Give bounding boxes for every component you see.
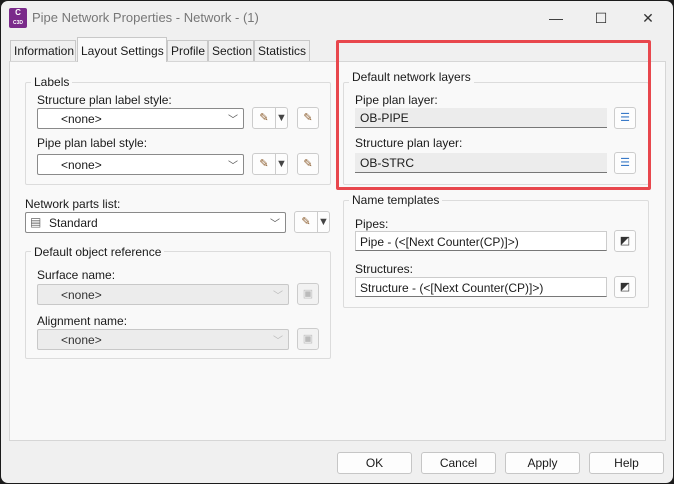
- structure-label-style-value: <none>: [61, 112, 102, 126]
- structures-template-edit-button[interactable]: ◩: [614, 276, 636, 298]
- brush-edit-icon: ✎: [259, 158, 269, 170]
- tab-section[interactable]: Section: [208, 40, 254, 61]
- pick-object-icon: ▣: [302, 288, 314, 300]
- caret-down-icon: ▼: [275, 154, 287, 174]
- window-title: Pipe Network Properties - Network - (1): [32, 10, 259, 25]
- pipes-template-label: Pipes:: [355, 217, 389, 231]
- chevron-down-icon: ﹀: [273, 291, 283, 302]
- name-template-icon: ◩: [619, 281, 631, 293]
- surface-pick-button[interactable]: ▣: [297, 283, 319, 305]
- tab-statistics[interactable]: Statistics: [254, 40, 310, 61]
- parts-list-icon: ▤: [30, 215, 42, 229]
- caret-down-icon: ▼: [275, 108, 287, 128]
- pipe-label-style-value: <none>: [61, 158, 102, 172]
- app-icon: C C3D: [9, 8, 27, 28]
- brush-magnify-icon: ✎: [303, 112, 313, 124]
- tab-information[interactable]: Information: [10, 40, 76, 61]
- tab-profile[interactable]: Profile: [167, 40, 208, 61]
- dialog-window: C C3D Pipe Network Properties - Network -…: [1, 1, 673, 483]
- pick-object-icon: ▣: [302, 333, 314, 345]
- cancel-button[interactable]: Cancel: [421, 452, 496, 474]
- labels-group-title: Labels: [31, 75, 73, 89]
- pipe-style-edit-split-button[interactable]: ✎ ▼: [252, 153, 288, 175]
- alignment-pick-button[interactable]: ▣: [297, 328, 319, 350]
- chevron-down-icon: ﹀: [270, 219, 280, 230]
- ok-button[interactable]: OK: [337, 452, 412, 474]
- parts-list-label: Network parts list:: [25, 197, 121, 211]
- parts-list-edit-split-button[interactable]: ✎ ▼: [294, 211, 330, 233]
- name-templates-title: Name templates: [349, 193, 443, 207]
- structure-style-browse-button[interactable]: ✎: [297, 107, 319, 129]
- chevron-down-icon: ﹀: [228, 161, 238, 172]
- pipes-template-input[interactable]: Pipe - (<[Next Counter(CP)]>): [355, 231, 607, 251]
- alignment-name-label: Alignment name:: [37, 314, 128, 328]
- minimize-button[interactable]: —: [541, 5, 571, 31]
- name-template-icon: ◩: [619, 235, 631, 247]
- brush-edit-icon: ✎: [259, 112, 269, 124]
- alignment-name-select[interactable]: <none> ﹀: [37, 329, 289, 350]
- highlight-box: [336, 40, 651, 190]
- apply-button[interactable]: Apply: [505, 452, 580, 474]
- surface-name-label: Surface name:: [37, 268, 116, 282]
- surface-name-value: <none>: [61, 288, 102, 302]
- parts-list-value: Standard: [49, 216, 98, 230]
- pipes-template-edit-button[interactable]: ◩: [614, 230, 636, 252]
- app-badge-sub: C3D: [12, 20, 23, 26]
- chevron-down-icon: ﹀: [273, 336, 283, 347]
- tab-layout-settings[interactable]: Layout Settings: [77, 37, 167, 62]
- caret-down-icon: ▼: [317, 212, 329, 232]
- pipe-label-style-select[interactable]: <none> ﹀: [37, 154, 244, 175]
- structure-label-style-label: Structure plan label style:: [37, 93, 172, 107]
- structures-template-label: Structures:: [355, 262, 414, 276]
- structure-label-style-select[interactable]: <none> ﹀: [37, 108, 244, 129]
- app-badge: C: [15, 8, 21, 17]
- structures-template-input[interactable]: Structure - (<[Next Counter(CP)]>): [355, 277, 607, 297]
- brush-magnify-icon: ✎: [303, 158, 313, 170]
- maximize-button[interactable]: ☐: [586, 5, 616, 31]
- surface-name-select[interactable]: <none> ﹀: [37, 284, 289, 305]
- pipe-label-style-label: Pipe plan label style:: [37, 136, 148, 150]
- object-reference-title: Default object reference: [31, 245, 165, 259]
- alignment-name-value: <none>: [61, 333, 102, 347]
- help-button[interactable]: Help: [589, 452, 664, 474]
- chevron-down-icon: ﹀: [228, 115, 238, 126]
- close-button[interactable]: ✕: [633, 5, 663, 31]
- parts-list-select[interactable]: ▤ Standard ﹀: [25, 212, 286, 233]
- structure-style-edit-split-button[interactable]: ✎ ▼: [252, 107, 288, 129]
- brush-edit-icon: ✎: [301, 216, 311, 228]
- pipe-style-browse-button[interactable]: ✎: [297, 153, 319, 175]
